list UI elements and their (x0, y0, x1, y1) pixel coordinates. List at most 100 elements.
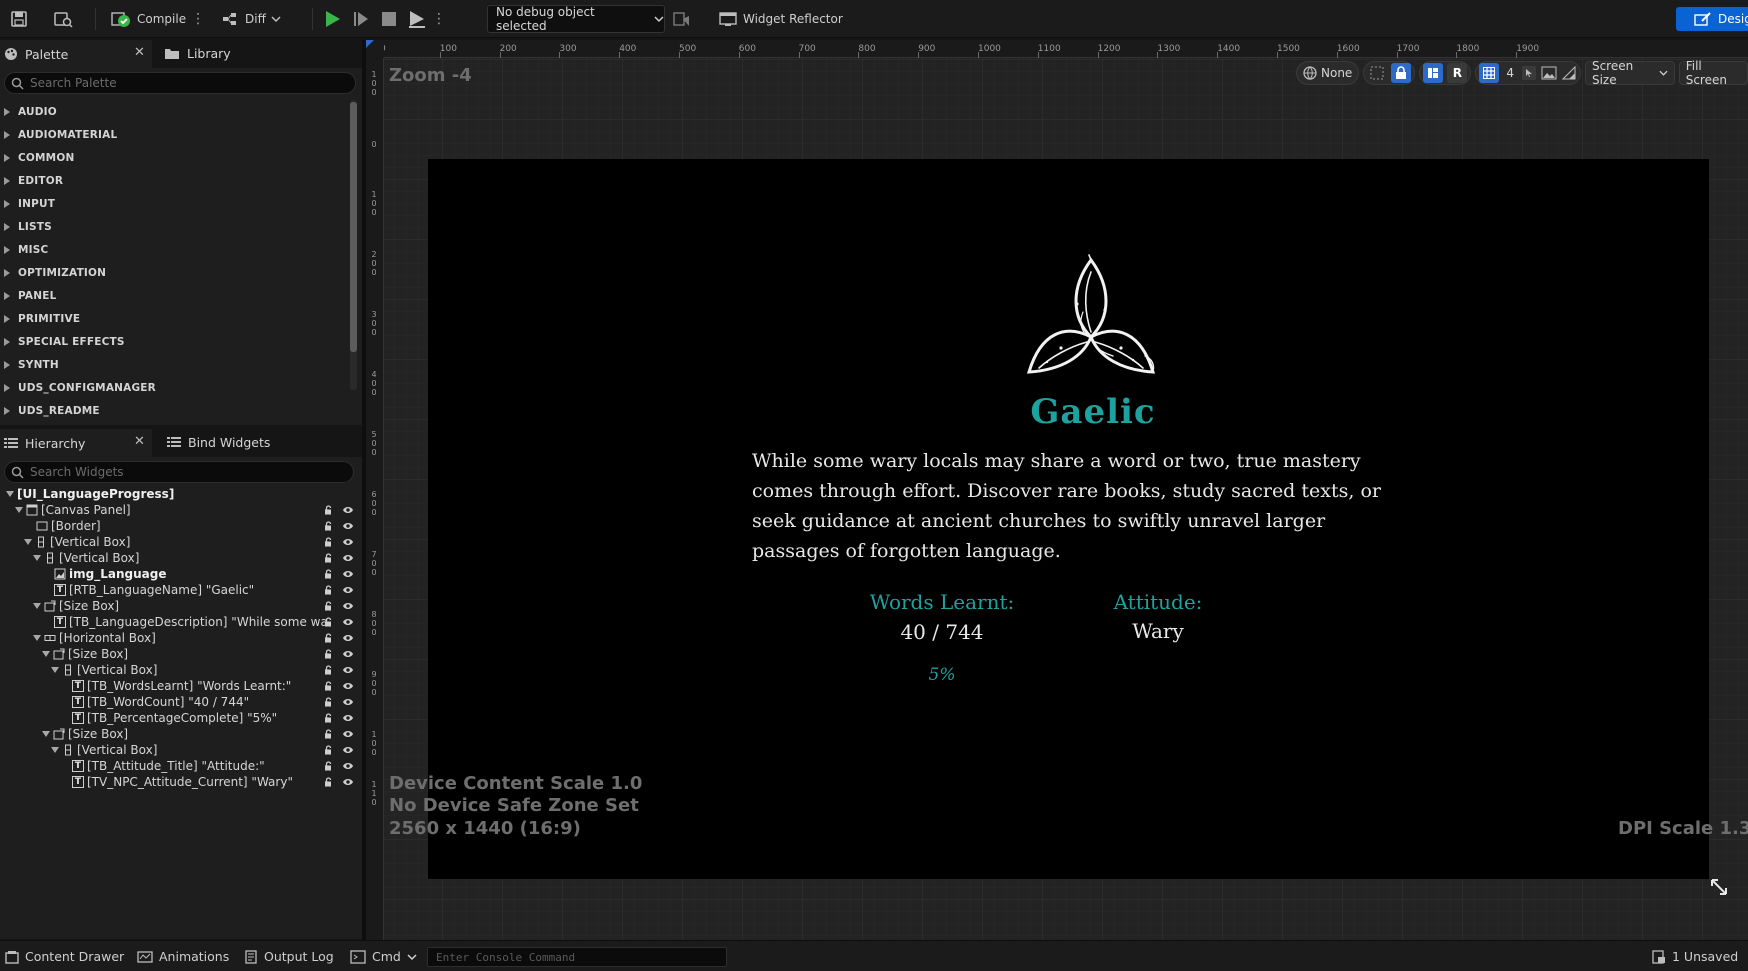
expand-arrow-icon[interactable] (4, 291, 10, 300)
visibility-eye-icon[interactable] (342, 761, 354, 771)
expand-arrow-icon[interactable] (51, 747, 59, 753)
visibility-eye-icon[interactable] (342, 553, 354, 563)
stop-button[interactable] (380, 6, 398, 32)
expand-arrow-icon[interactable] (4, 383, 10, 392)
tree-node[interactable]: [Vertical Box] (0, 742, 362, 758)
step-button[interactable] (351, 6, 371, 32)
palette-category[interactable]: UDS_README (0, 399, 350, 422)
expand-arrow-icon[interactable] (33, 555, 41, 561)
palette-category[interactable]: LISTS (0, 215, 350, 238)
tree-node[interactable]: [Horizontal Box] (0, 630, 362, 646)
console-command-input[interactable]: Enter Console Command (427, 947, 727, 967)
unlock-icon[interactable] (324, 745, 334, 755)
visibility-eye-icon[interactable] (342, 585, 354, 595)
play-options-icon[interactable]: ⋮ (432, 11, 446, 27)
tree-node[interactable]: [Vertical Box] (0, 550, 362, 566)
output-log-button[interactable]: Output Log (244, 941, 334, 971)
palette-category[interactable]: PANEL (0, 284, 350, 307)
palette-category[interactable]: AUDIOMATERIAL (0, 123, 350, 146)
tab-bind-widgets[interactable]: Bind Widgets (165, 429, 270, 455)
visibility-eye-icon[interactable] (342, 745, 354, 755)
expand-arrow-icon[interactable] (4, 268, 10, 277)
palette-category[interactable]: PRIMITIVE (0, 307, 350, 330)
tree-node[interactable]: [Size Box] (0, 598, 362, 614)
unlock-icon[interactable] (324, 649, 334, 659)
expand-arrow-icon[interactable] (4, 222, 10, 231)
palette-category[interactable]: UDS_CONFIGMANAGER (0, 376, 350, 399)
local-space-toggle[interactable] (1423, 63, 1444, 83)
unlock-icon[interactable] (324, 633, 334, 643)
designer-viewport[interactable]: 0 100 200 300 400 500 600 700 800 900 1000 1100 1200… (366, 40, 1748, 940)
expand-arrow-icon[interactable] (42, 651, 50, 657)
content-drawer-button[interactable]: Content Drawer (5, 941, 124, 971)
visibility-eye-icon[interactable] (342, 617, 354, 627)
palette-category[interactable]: SPECIAL EFFECTS (0, 330, 350, 353)
expand-arrow-icon[interactable] (4, 199, 10, 208)
animations-button[interactable]: Animations (137, 941, 229, 971)
visibility-eye-icon[interactable] (342, 777, 354, 787)
palette-scrollbar[interactable] (350, 102, 357, 352)
unlock-icon[interactable] (324, 569, 334, 579)
unlock-icon[interactable] (324, 777, 334, 787)
visibility-eye-icon[interactable] (342, 633, 354, 643)
visibility-eye-icon[interactable] (342, 649, 354, 659)
tree-node[interactable]: T [TB_WordCount] "40 / 744" (0, 694, 362, 710)
tree-node[interactable]: [Vertical Box] (0, 662, 362, 678)
unsaved-assets-button[interactable]: 1 Unsaved (1652, 941, 1738, 971)
expand-arrow-icon[interactable] (51, 667, 59, 673)
palette-category[interactable]: COMMON (0, 146, 350, 169)
tree-node[interactable]: [Canvas Panel] (0, 502, 362, 518)
dashed-select-toggle[interactable] (1367, 63, 1387, 83)
unlock-icon[interactable] (324, 729, 334, 739)
expand-arrow-icon[interactable] (4, 245, 10, 254)
visibility-eye-icon[interactable] (342, 505, 354, 515)
play-button[interactable] (322, 6, 342, 32)
unlock-icon[interactable] (324, 681, 334, 691)
visibility-eye-icon[interactable] (342, 681, 354, 691)
palette-category[interactable]: EDITOR (0, 169, 350, 192)
preview-mode-select[interactable]: None (1296, 61, 1360, 85)
expand-arrow-icon[interactable] (4, 314, 10, 323)
visibility-eye-icon[interactable] (342, 537, 354, 547)
tree-node[interactable]: img_Language (0, 566, 362, 582)
compile-button[interactable]: Compile ⋮ (110, 6, 205, 32)
expand-arrow-icon[interactable] (4, 107, 10, 116)
unlock-icon[interactable] (324, 585, 334, 595)
grid-snap-value[interactable]: 4 (1503, 66, 1517, 80)
tab-hierarchy[interactable]: Hierarchy ✕ (0, 429, 152, 457)
expand-arrow-icon[interactable] (4, 153, 10, 162)
palette-category[interactable]: INPUT (0, 192, 350, 215)
tree-node[interactable]: T [TB_Attitude_Title] "Attitude:" (0, 758, 362, 774)
tab-palette[interactable]: Palette ✕ (0, 40, 152, 68)
visibility-eye-icon[interactable] (342, 697, 354, 707)
expand-arrow-icon[interactable] (4, 337, 10, 346)
cursor-icon[interactable] (1521, 65, 1537, 81)
expand-arrow-icon[interactable] (4, 406, 10, 415)
tree-node[interactable]: [Border] (0, 518, 362, 534)
tree-node[interactable]: T [TB_LanguageDescription] "While some wa (0, 614, 362, 630)
widget-canvas[interactable]: Gaelic While some wary locals may share … (428, 159, 1709, 879)
fill-screen-select[interactable]: Fill Screen (1678, 59, 1748, 87)
widget-reflector-button[interactable]: Widget Reflector (718, 6, 843, 32)
debug-filter-button[interactable] (672, 6, 690, 32)
unlock-icon[interactable] (324, 521, 334, 531)
compile-options-icon[interactable]: ⋮ (191, 11, 205, 27)
tree-node[interactable]: T [RTB_LanguageName] "Gaelic" (0, 582, 362, 598)
unlock-icon[interactable] (324, 713, 334, 723)
visibility-eye-icon[interactable] (342, 713, 354, 723)
expand-arrow-icon[interactable] (6, 491, 14, 497)
palette-category[interactable]: OPTIMIZATION (0, 261, 350, 284)
tree-node[interactable]: [Size Box] (0, 646, 362, 662)
unlock-icon[interactable] (324, 553, 334, 563)
tree-node[interactable]: T [TV_NPC_Attitude_Current] "Wary" (0, 774, 362, 790)
unlock-icon[interactable] (324, 617, 334, 627)
diff-button[interactable]: Diff (222, 6, 281, 32)
grid-snap-toggle[interactable] (1479, 63, 1500, 83)
unlock-icon[interactable] (324, 537, 334, 547)
expand-arrow-icon[interactable] (4, 130, 10, 139)
resize-handle-icon[interactable] (1709, 877, 1729, 897)
cmd-select[interactable]: Cmd (350, 941, 417, 971)
tree-node[interactable]: [Vertical Box] (0, 534, 362, 550)
unlock-icon[interactable] (324, 697, 334, 707)
expand-arrow-icon[interactable] (4, 176, 10, 185)
